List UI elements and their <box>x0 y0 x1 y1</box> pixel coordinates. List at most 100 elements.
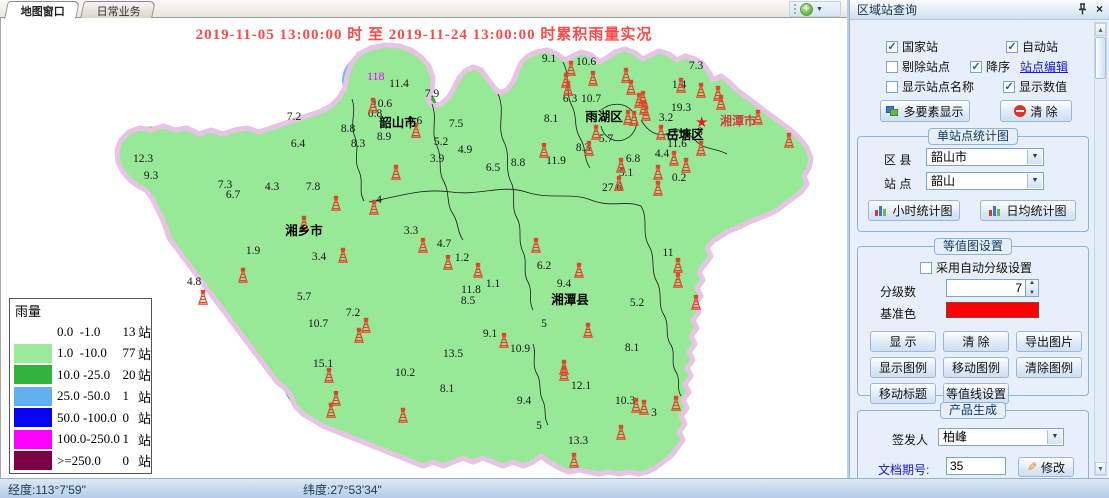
station-value: 9.1 <box>542 53 557 65</box>
daily-chart-button[interactable]: 日均统计图 <box>980 200 1076 221</box>
station-value: 6.2 <box>537 260 552 272</box>
bar-chart-icon <box>989 205 1002 216</box>
legend-range: >=250.0 <box>57 453 123 469</box>
station-value: 13.3 <box>568 435 588 447</box>
station-value: 3.9 <box>430 153 445 165</box>
legend-swatch <box>14 430 52 449</box>
legend-unit: 站 <box>138 365 151 384</box>
site-select[interactable]: 韶山 ▼ <box>926 172 1044 190</box>
station-value: 8.8 <box>511 157 526 169</box>
tab-strip: 地图窗口 日常业务 + ▼ <box>0 0 847 18</box>
pin-icon[interactable] <box>1077 2 1088 16</box>
checkbox-auto-grading[interactable]: 采用自动分级设置 <box>920 259 1032 276</box>
legend-range: 0.0 -1.0 <box>57 324 123 340</box>
county-label: 区 县 <box>884 151 911 168</box>
station-value: 11 <box>662 247 673 259</box>
doc-number-input[interactable] <box>946 457 1006 475</box>
station-value: 13.5 <box>443 348 463 360</box>
chevron-down-icon[interactable]: ▼ <box>1047 430 1062 444</box>
checkbox-show-values[interactable]: 显示数值 <box>1003 78 1067 95</box>
scroll-up-icon[interactable]: ▲ <box>1095 23 1106 36</box>
basecolor-label: 基准色 <box>880 305 916 322</box>
city-star-icon: ★ <box>695 114 708 131</box>
toolbar-grip[interactable] <box>793 3 797 15</box>
station-value: 10.7 <box>581 93 601 105</box>
tab-daily-business[interactable]: 日常业务 <box>80 1 156 18</box>
legend-count: 0 <box>123 453 138 469</box>
legend-row: 10.0 -25.020站 <box>14 364 151 386</box>
map-region: 12.39.37.36.74.37.86.48.87.28.38.95.24.9… <box>117 44 811 474</box>
layers-icon <box>886 105 899 117</box>
contour-button-3[interactable]: 显示图例 <box>870 357 936 378</box>
legend-unit: 站 <box>138 322 151 341</box>
add-plus-icon[interactable]: + <box>800 3 813 16</box>
legend-range: 50.0 -100.0 <box>57 410 123 426</box>
region-label: 韶山市 <box>379 115 417 130</box>
close-icon[interactable]: × <box>1096 2 1103 16</box>
station-value: 4.7 <box>437 238 452 250</box>
contour-button-5[interactable]: 清除图例 <box>1016 357 1082 378</box>
station-value: 10.7 <box>308 318 328 330</box>
station-value: 5 <box>541 318 547 330</box>
hourly-chart-button[interactable]: 小时统计图 <box>868 200 960 221</box>
station-value: 5.7 <box>599 133 614 145</box>
station-value: 8.3 <box>351 138 366 150</box>
legend-rows: 0.0 -1.013站1.0 -10.077站10.0 -25.020站25.0… <box>14 321 151 472</box>
contour-button-4[interactable]: 移动图例 <box>943 357 1009 378</box>
toolbar-dropdown-icon[interactable]: ▼ <box>816 6 823 13</box>
legend-swatch <box>14 365 52 384</box>
legend-row: 100.0-250.01站 <box>14 429 151 451</box>
levels-input[interactable] <box>946 279 1026 297</box>
basecolor-swatch[interactable] <box>946 302 1039 318</box>
modify-button[interactable]: ✎ 修改 <box>1018 457 1074 477</box>
map-panel[interactable]: 12.39.37.36.74.37.86.48.87.28.38.95.24.9… <box>0 18 847 478</box>
levels-spinner[interactable] <box>1025 279 1039 297</box>
contour-button-1[interactable]: 清 除 <box>943 331 1009 352</box>
region-label: 湘潭县 <box>551 292 589 307</box>
checkbox-auto-station[interactable]: 自动站 <box>1006 38 1058 55</box>
legend-count: 1 <box>123 431 138 447</box>
legend-swatch <box>14 451 52 470</box>
rainfall-legend[interactable]: 雨量 0.0 -1.013站1.0 -10.077站10.0 -25.020站2… <box>9 298 152 474</box>
station-value: 8.9 <box>377 131 392 143</box>
station-value: 6.7 <box>226 189 241 201</box>
signer-select[interactable]: 柏峰 ▼ <box>938 428 1064 446</box>
station-value: 5.2 <box>630 297 645 309</box>
clear-stations-button[interactable]: 清 除 <box>1000 100 1072 122</box>
legend-range: 25.0 -50.0 <box>57 388 123 404</box>
panel-title-text: 区域站查询 <box>857 3 917 17</box>
chevron-down-icon[interactable]: ▼ <box>1027 174 1042 188</box>
site-label: 站 点 <box>884 175 911 192</box>
legend-unit: 站 <box>138 408 151 427</box>
contour-button-6[interactable]: 移动标题 <box>870 383 936 404</box>
checkbox-national-station[interactable]: 国家站 <box>886 38 938 55</box>
station-value: 10.2 <box>395 367 415 379</box>
contour-button-7[interactable]: 等值线设置 <box>943 383 1009 404</box>
scrollbar-thumb[interactable] <box>1095 37 1106 79</box>
scroll-down-icon[interactable]: ▼ <box>1095 462 1106 475</box>
station-value: 5.7 <box>297 291 312 303</box>
special-station-value: 118 <box>367 69 385 83</box>
county-select[interactable]: 韶山市 ▼ <box>926 148 1044 166</box>
station-value: 3.4 <box>312 251 327 263</box>
contour-button-0[interactable]: 显 示 <box>870 331 936 352</box>
chevron-down-icon[interactable]: ▼ <box>1027 150 1042 164</box>
station-value: 7.5 <box>449 118 464 130</box>
tab-map-window[interactable]: 地图窗口 <box>4 1 80 19</box>
station-edit-link[interactable]: 站点编辑 <box>1020 58 1068 75</box>
station-value: 12.3 <box>133 153 153 165</box>
contour-buttons: 显 示清 除导出图片显示图例移动图例清除图例移动标题等值线设置 <box>870 331 1082 404</box>
station-value: 10.3 <box>615 395 635 407</box>
panel-content: 国家站 自动站 剔除站点 降序 站点编辑 显示站点名称 显示数值 多要素显示 <box>850 20 1096 478</box>
multi-element-display-button[interactable]: 多要素显示 <box>880 100 970 122</box>
station-value: 7.3 <box>689 60 704 72</box>
panel-scrollbar[interactable]: ▲ ▼ <box>1094 22 1107 476</box>
app-window: 地图窗口 日常业务 + ▼ <box>0 0 1109 498</box>
station-value: 7.9 <box>425 88 440 100</box>
station-value: 4.4 <box>655 148 670 160</box>
checkbox-exclude-station[interactable]: 剔除站点 <box>886 58 950 75</box>
checkbox-descending[interactable]: 降序 <box>970 58 1010 75</box>
checkbox-show-station-name[interactable]: 显示站点名称 <box>886 78 974 95</box>
weather-station-icon[interactable] <box>198 290 208 304</box>
contour-button-2[interactable]: 导出图片 <box>1016 331 1082 352</box>
